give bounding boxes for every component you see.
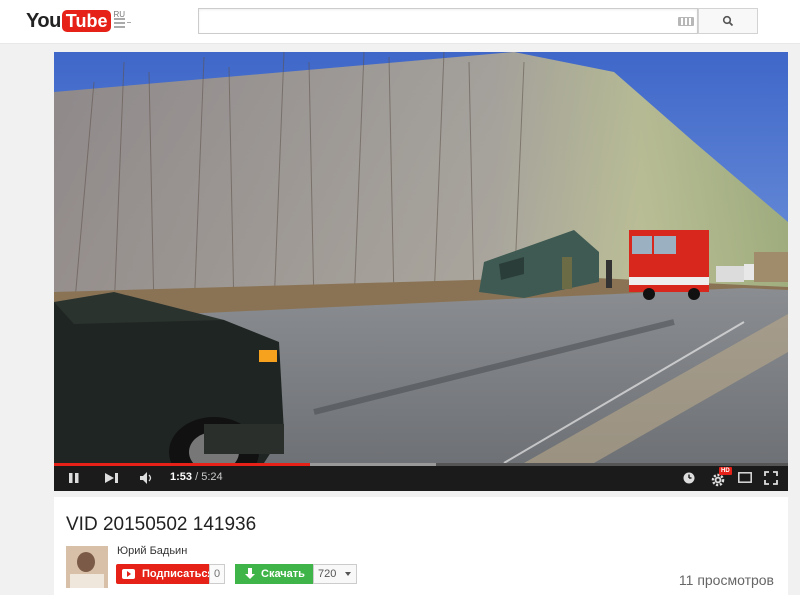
youtube-play-icon <box>122 569 135 579</box>
progress-bar[interactable] <box>54 463 788 466</box>
theater-mode-icon[interactable] <box>738 472 752 483</box>
video-scene-image <box>54 52 788 463</box>
view-count: 11 просмотров <box>678 572 774 588</box>
fullscreen-icon[interactable] <box>764 471 778 485</box>
download-button[interactable]: Скачать <box>235 564 313 584</box>
logo-text-tube: Tube <box>61 10 112 32</box>
search-input[interactable] <box>198 8 698 34</box>
search-button[interactable] <box>698 8 758 34</box>
volume-icon[interactable] <box>139 471 155 485</box>
subscriber-count: 0 <box>209 564 226 584</box>
hd-badge: HD <box>719 467 732 475</box>
quality-select[interactable]: 720 <box>313 564 357 584</box>
subscribe-button[interactable]: Подписаться <box>116 564 220 584</box>
keyboard-icon[interactable] <box>678 17 694 26</box>
subscribe-label: Подписаться <box>142 568 214 580</box>
progress-played <box>54 463 310 466</box>
download-label: Скачать <box>261 568 305 580</box>
video-title: VID 20150502 141936 <box>66 514 257 535</box>
duration: 5:24 <box>201 471 223 483</box>
masthead: You Tube RU <box>0 0 800 44</box>
hamburger-icon <box>114 16 125 30</box>
player-controls: 1:53 / 5:24 HD <box>54 463 788 491</box>
avatar-image <box>66 546 108 588</box>
guide-menu-button[interactable] <box>114 14 136 30</box>
download-arrow-icon <box>245 568 255 579</box>
quality-value: 720 <box>318 568 337 580</box>
chevron-down-icon <box>127 22 131 24</box>
video-player[interactable]: 1:53 / 5:24 HD <box>54 52 788 491</box>
watch-info-panel: VID 20150502 141936 Юрий Бадьин Подписат… <box>54 497 788 595</box>
time-display: 1:53 / 5:24 <box>170 471 223 483</box>
watch-later-icon[interactable] <box>682 471 696 485</box>
youtube-logo[interactable]: You Tube RU <box>26 10 125 34</box>
time-separator: / <box>192 471 202 483</box>
current-time: 1:53 <box>170 471 193 483</box>
next-icon[interactable] <box>104 472 120 484</box>
chevron-down-icon <box>345 572 351 576</box>
search-icon <box>722 15 734 27</box>
avatar[interactable] <box>66 546 108 588</box>
settings-button[interactable]: HD <box>710 467 732 489</box>
video-frame[interactable] <box>54 52 788 463</box>
pause-icon[interactable] <box>68 472 80 484</box>
channel-name[interactable]: Юрий Бадьин <box>117 545 187 557</box>
logo-text-you: You <box>26 10 61 32</box>
fire-truck <box>629 230 709 300</box>
